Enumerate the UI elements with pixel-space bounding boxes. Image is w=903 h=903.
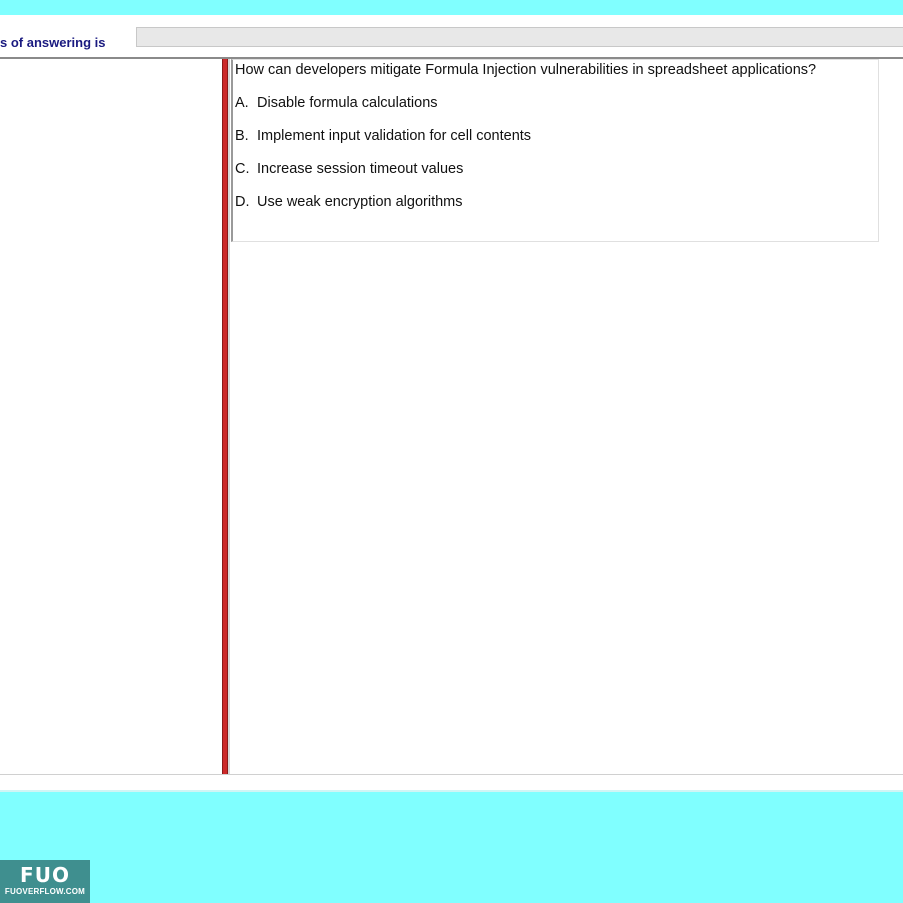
- answer-field[interactable]: [136, 27, 903, 47]
- option-d-text: Use weak encryption algorithms: [257, 194, 463, 210]
- logo-site: FUOVERFLOW.COM: [4, 887, 86, 896]
- option-a-text: Disable formula calculations: [257, 95, 438, 111]
- option-a-letter: A.: [235, 95, 249, 111]
- option-b[interactable]: B. Implement input validation for cell co…: [235, 128, 531, 144]
- question-text: How can developers mitigate Formula Inje…: [235, 62, 817, 78]
- logo-mark: FUO: [20, 863, 70, 887]
- question-panel: How can developers mitigate Formula Inje…: [231, 59, 879, 242]
- header-row: s of answering is: [0, 15, 903, 57]
- status-strip: [0, 775, 903, 790]
- watermark-logo: FUO FUOVERFLOW.COM: [0, 860, 90, 903]
- option-c-letter: C.: [235, 161, 250, 177]
- option-a[interactable]: A. Disable formula calculations: [235, 95, 438, 111]
- left-pane[interactable]: [0, 59, 222, 775]
- bottom-band: [0, 790, 903, 903]
- option-d[interactable]: D. Use weak encryption algorithms: [235, 194, 463, 210]
- option-b-letter: B.: [235, 128, 249, 144]
- option-d-letter: D.: [235, 194, 250, 210]
- answering-label: s of answering is: [0, 35, 106, 50]
- top-band: [0, 0, 903, 15]
- option-c-text: Increase session timeout values: [257, 161, 464, 177]
- option-c[interactable]: C. Increase session timeout values: [235, 161, 463, 177]
- splitter-shade: [228, 59, 230, 776]
- option-b-text: Implement input validation for cell cont…: [257, 128, 532, 144]
